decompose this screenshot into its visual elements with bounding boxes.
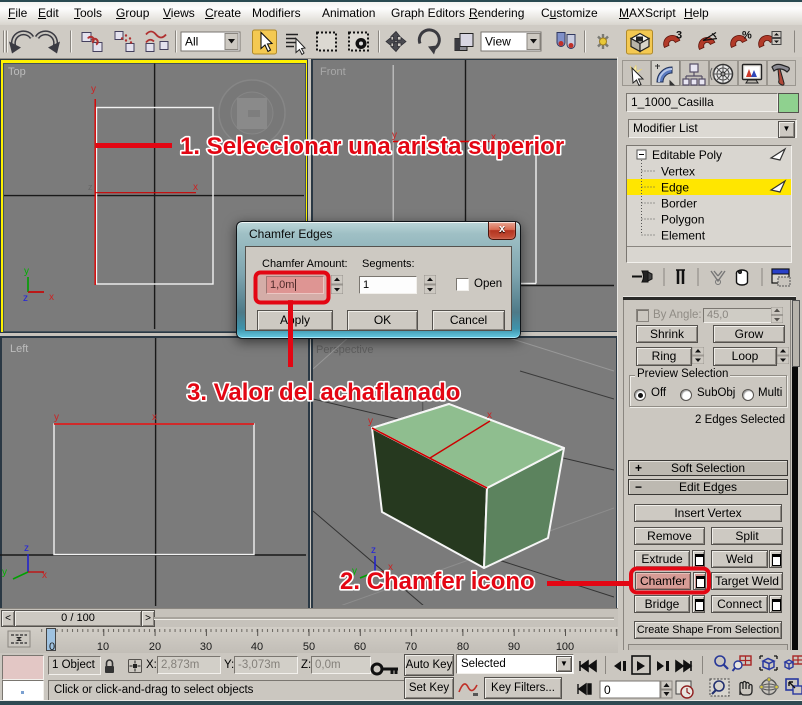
svg-text:Editable Poly: Editable Poly: [652, 148, 722, 162]
svg-text:50: 50: [303, 641, 315, 653]
svg-text:Front: Front: [320, 66, 346, 78]
svg-text:Element: Element: [661, 229, 706, 243]
svg-text:90: 90: [508, 641, 520, 653]
svg-text:x: x: [491, 132, 496, 143]
svg-text:100: 100: [556, 641, 574, 653]
svg-text:z: z: [371, 545, 376, 556]
svg-text:y: y: [368, 416, 373, 427]
svg-text:80: 80: [457, 641, 469, 653]
svg-text:y: y: [24, 266, 29, 277]
svg-text:z: z: [88, 182, 93, 192]
svg-text:x: x: [388, 562, 393, 573]
svg-text:Polygon: Polygon: [661, 213, 704, 227]
svg-text:y: y: [2, 567, 7, 578]
svg-text:x: x: [42, 570, 47, 581]
svg-text:y: y: [91, 84, 96, 95]
svg-text:y: y: [54, 412, 59, 423]
svg-text:y: y: [392, 130, 397, 141]
svg-text:x: x: [152, 412, 157, 423]
svg-text:y: y: [352, 566, 357, 577]
svg-text:Perspective: Perspective: [316, 344, 373, 356]
svg-text:40: 40: [251, 641, 263, 653]
svg-text:30: 30: [200, 641, 212, 653]
svg-text:10: 10: [97, 641, 109, 653]
svg-text:Vertex: Vertex: [661, 165, 695, 179]
svg-text:x: x: [49, 292, 54, 303]
svg-text:x: x: [487, 410, 492, 421]
svg-text:0: 0: [49, 641, 55, 653]
svg-text:Left: Left: [10, 343, 28, 355]
svg-text:70: 70: [405, 641, 417, 653]
svg-text:z: z: [23, 293, 28, 304]
svg-text:Border: Border: [661, 197, 697, 211]
svg-text:Edge: Edge: [661, 181, 689, 195]
svg-text:z: z: [24, 543, 29, 554]
svg-text:x: x: [193, 182, 198, 193]
svg-text:Top: Top: [8, 66, 26, 78]
svg-text:60: 60: [354, 641, 366, 653]
svg-text:20: 20: [149, 641, 161, 653]
svg-text:0: 0: [604, 683, 611, 697]
